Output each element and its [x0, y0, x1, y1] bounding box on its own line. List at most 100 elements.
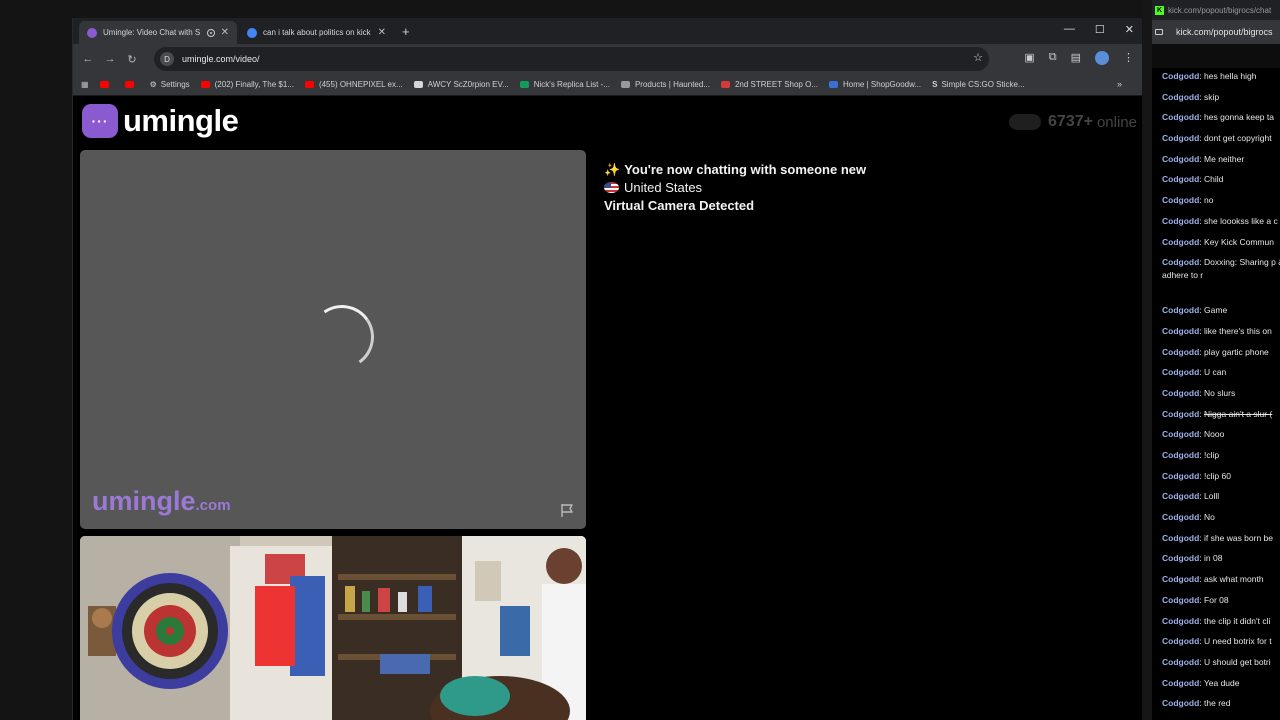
chat-username[interactable]: Codgodd	[1162, 553, 1199, 563]
apps-icon[interactable]: ▦	[81, 80, 89, 89]
chat-text: Game	[1204, 305, 1228, 316]
chat-text: Nigga ain't a slur (	[1204, 408, 1273, 419]
bookmark-star-icon[interactable]: ☆	[973, 51, 983, 64]
maximize-icon[interactable]: ☐	[1095, 23, 1105, 36]
bookmark-item[interactable]: AWCY ScZ0rpion EV...	[413, 80, 509, 89]
chat-text: Key Kick Commun	[1204, 236, 1274, 247]
chat-username[interactable]: Codgodd	[1162, 450, 1199, 460]
tab-google-search[interactable]: can i talk about politics on kick ✕	[239, 21, 394, 44]
close-tab-icon[interactable]: ✕	[378, 27, 386, 38]
chat-username[interactable]: Codgodd	[1162, 305, 1199, 315]
chat-username[interactable]: Codgodd	[1162, 657, 1199, 667]
tab-title: can i talk about politics on kick	[263, 28, 371, 37]
bookmark-item[interactable]: Nick's Replica List -...	[519, 80, 610, 89]
google-favicon-icon	[247, 27, 257, 38]
close-tab-icon[interactable]: ✕	[221, 27, 229, 38]
bookmark-item[interactable]: 2nd STREET Shop O...	[720, 80, 818, 89]
tab-umingle[interactable]: Umingle: Video Chat with S ✕	[79, 21, 237, 44]
chat-username[interactable]: Codgodd	[1162, 512, 1199, 522]
chat-username[interactable]: Codgodd	[1162, 533, 1199, 543]
umingle-logo[interactable]: ··· umingle	[82, 103, 239, 139]
report-flag-icon[interactable]	[559, 502, 575, 518]
chat-username[interactable]: Codgodd	[1162, 574, 1199, 584]
chat-username[interactable]: Codgodd	[1162, 636, 1199, 646]
chat-text: U can	[1204, 367, 1227, 378]
chat-username[interactable]: Codgodd	[1162, 195, 1199, 205]
chat-username[interactable]: Codgodd	[1162, 595, 1199, 605]
popout-title: kick.com/popout/bigrocs/chat	[1168, 5, 1272, 15]
chat-text: no	[1204, 195, 1214, 206]
address-bar[interactable]: D umingle.com/video/ ☆	[154, 47, 989, 71]
forward-icon[interactable]: →	[99, 53, 121, 65]
chat-message: Codgodd: No slurs	[1162, 387, 1280, 408]
chat-username[interactable]: Codgodd	[1162, 154, 1199, 164]
chat-message: Codgodd: ask what month	[1162, 573, 1280, 594]
site-info-icon[interactable]: D	[160, 52, 174, 66]
reload-icon[interactable]: ↻	[121, 53, 143, 66]
chat-message: Codgodd: like there's this on	[1162, 325, 1280, 346]
back-icon[interactable]: ←	[77, 53, 99, 65]
popout-address-bar[interactable]: kick.com/popout/bigrocs	[1152, 20, 1280, 44]
chat-username[interactable]: Codgodd	[1162, 409, 1199, 419]
bookmark-item[interactable]: Products | Haunted...	[620, 80, 710, 89]
site-controls-icon[interactable]	[1155, 29, 1163, 35]
bookmark-item[interactable]	[124, 81, 139, 88]
bookmark-settings[interactable]: ⚙ Settings	[150, 80, 190, 89]
chat-username[interactable]: Codgodd	[1162, 678, 1199, 688]
bookmark-item[interactable]	[99, 81, 114, 88]
chat-username[interactable]: Codgodd	[1162, 367, 1199, 377]
chat-username[interactable]: Codgodd	[1162, 491, 1199, 501]
url-text[interactable]: umingle.com/video/	[182, 54, 260, 64]
chat-username[interactable]: Codgodd	[1162, 347, 1199, 357]
cast-icon[interactable]: ▣	[1024, 51, 1034, 65]
chat-username[interactable]: Codgodd	[1162, 326, 1199, 336]
gear-icon: ⚙	[149, 80, 157, 89]
more-bookmarks-icon[interactable]: »	[1117, 79, 1122, 89]
youtube-icon	[124, 81, 134, 88]
bookmark-item[interactable]: (455) OHNEPIXEL ex...	[304, 80, 403, 89]
chat-messages: Codgodd: hes hella high Codgodd: skip Codg…	[1162, 70, 1280, 718]
bookmarks-bar: ▦ ⚙ Settings (202) Finally, The $1... (45…	[73, 74, 1142, 96]
sidebar-icon[interactable]: ▤	[1071, 51, 1081, 65]
chat-username[interactable]: Codgodd	[1162, 133, 1199, 143]
chat-text: U need botrix for t	[1204, 636, 1272, 647]
minimize-icon[interactable]: —	[1064, 23, 1075, 36]
menu-icon[interactable]: ⋮	[1123, 51, 1134, 65]
new-tab-button[interactable]: +	[402, 24, 410, 39]
chat-username[interactable]: Codgodd	[1162, 71, 1199, 81]
chat-text: No slurs	[1204, 387, 1236, 398]
bookmark-item[interactable]: (202) Finally, The $1...	[200, 80, 294, 89]
chat-username[interactable]: Codgodd	[1162, 257, 1199, 267]
chat-text: For 08	[1204, 594, 1229, 605]
bookmark-item[interactable]: S Simple CS:GO Sticke...	[932, 80, 1024, 89]
chat-username[interactable]: Codgodd	[1162, 698, 1199, 708]
profile-avatar[interactable]	[1095, 51, 1109, 65]
tab-strip: Umingle: Video Chat with S ✕ can i talk …	[73, 18, 1142, 44]
extensions-icon[interactable]: ⧉	[1049, 51, 1057, 65]
chat-message: Codgodd: if she was born be	[1162, 532, 1280, 553]
chat-username[interactable]: Codgodd	[1162, 112, 1199, 122]
close-window-icon[interactable]: ✕	[1125, 23, 1134, 36]
chat-message: Codgodd: Key Kick Commun	[1162, 236, 1280, 257]
chat-username[interactable]: Codgodd	[1162, 429, 1199, 439]
chat-username[interactable]: Codgodd	[1162, 174, 1199, 184]
kick-chat-popout: K kick.com/popout/bigrocs/chat kick.com/…	[1152, 0, 1280, 720]
chat-username[interactable]: Codgodd	[1162, 388, 1199, 398]
chat-text: ask what month	[1204, 574, 1264, 585]
chat-message: Codgodd: she loookss like a c	[1162, 215, 1280, 236]
kick-logo-icon: K	[1155, 5, 1164, 15]
chat-username[interactable]: Codgodd	[1162, 237, 1199, 247]
chat-username[interactable]: Codgodd	[1162, 216, 1199, 226]
bookmark-item[interactable]: Home | ShopGoodw...	[829, 80, 921, 89]
chat-message: Codgodd: Lolll	[1162, 490, 1280, 511]
chat-message: Codgodd: No	[1162, 511, 1280, 532]
chat-username[interactable]: Codgodd	[1162, 92, 1199, 102]
video-watermark: umingle .com	[92, 486, 231, 516]
chat-message: Codgodd: hes hella high	[1162, 70, 1280, 91]
chat-username[interactable]: Codgodd	[1162, 616, 1199, 626]
chat-username[interactable]: Codgodd	[1162, 471, 1199, 481]
chat-text: Child	[1204, 174, 1224, 185]
toggle-switch[interactable]	[1009, 114, 1042, 130]
chat-message: Codgodd: hes gonna keep ta	[1162, 111, 1280, 132]
stranger-video: umingle .com	[80, 150, 586, 529]
